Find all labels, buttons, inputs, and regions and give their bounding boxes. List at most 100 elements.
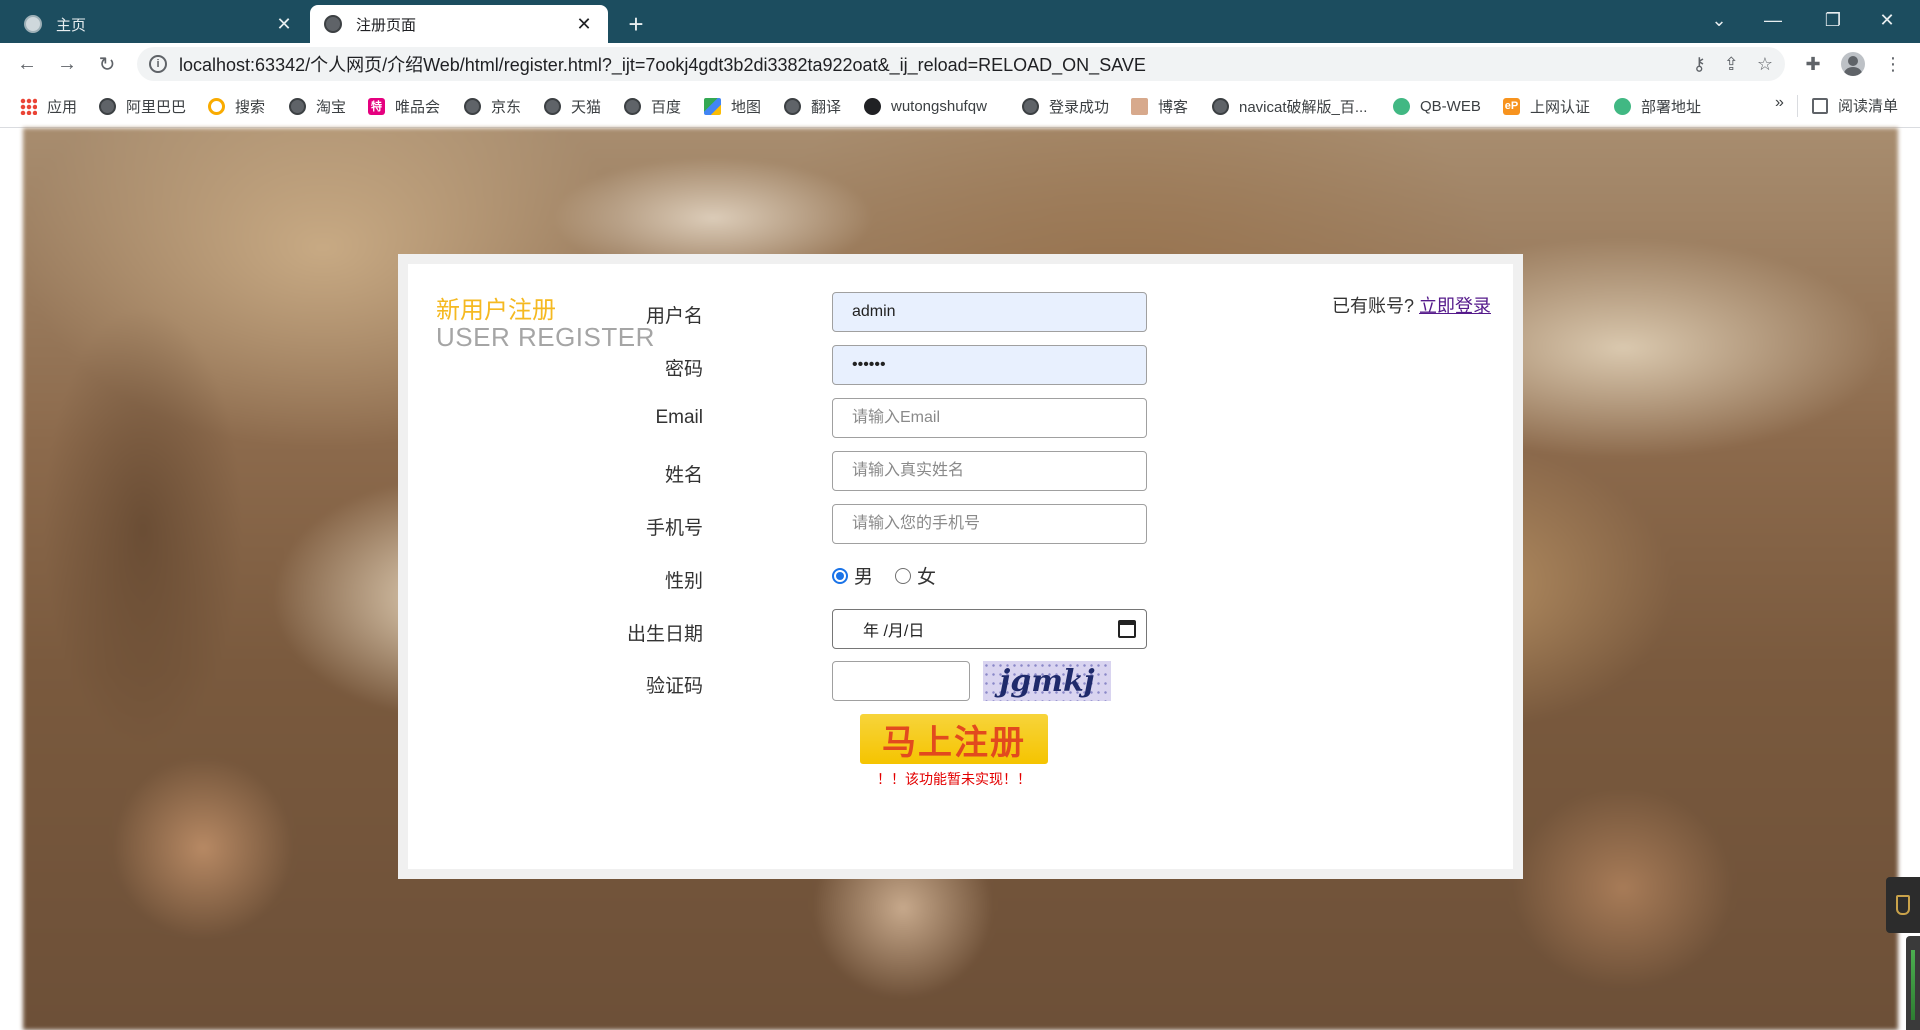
- bookmark-label: 唯品会: [395, 98, 441, 116]
- blog-icon: [1131, 97, 1148, 115]
- bookmark-item[interactable]: 百度: [624, 95, 681, 117]
- captcha-label: 验证码: [645, 676, 703, 697]
- login-hint: 已有账号? 立即登录: [1332, 292, 1491, 318]
- reading-list-button[interactable]: 阅读清单: [1812, 95, 1898, 116]
- close-icon[interactable]: ✕: [274, 14, 294, 34]
- browser-toolbar: ← → ↻ i localhost:63342/个人网页/介绍Web/html/…: [0, 43, 1920, 85]
- bookmark-item[interactable]: 部署地址: [1614, 95, 1701, 117]
- page-title: 新用户注册: [436, 297, 556, 324]
- tab-title: 主页: [56, 16, 87, 34]
- menu-kebab-icon[interactable]: ⋮: [1880, 51, 1906, 77]
- bookmark-label: 部署地址: [1641, 98, 1702, 116]
- bookmark-label: 翻译: [811, 98, 842, 116]
- bookmark-item[interactable]: 翻译: [784, 95, 841, 117]
- birthday-label: 出生日期: [626, 624, 703, 645]
- tab-register[interactable]: 注册页面 ✕: [310, 5, 608, 43]
- key-icon[interactable]: ⚷: [1693, 54, 1706, 75]
- bookmark-label: 搜索: [235, 98, 266, 116]
- realname-field[interactable]: [832, 451, 1147, 491]
- register-form: 新用户注册 USER REGISTER 已有账号? 立即登录 用户名 密码 Em…: [408, 264, 1513, 869]
- password-label: 密码: [664, 359, 703, 380]
- bookmark-item[interactable]: 应用: [20, 95, 77, 117]
- bookmarks-bar: 应用 阿里巴巴 搜索 淘宝 特唯品会 京东 天猫 百度 地图 翻译 wutong…: [0, 85, 1920, 128]
- tab-search-chevron-icon[interactable]: ⌄: [1696, 0, 1742, 40]
- not-implemented-note: ！！该功能暂未实现！！: [877, 771, 1031, 787]
- radio-checked-icon[interactable]: [832, 567, 848, 584]
- profile-button[interactable]: [1840, 51, 1866, 77]
- gender-label: 性别: [664, 571, 703, 592]
- bookmark-item[interactable]: 搜索: [208, 95, 265, 117]
- login-prompt: 已有账号?: [1331, 296, 1414, 316]
- address-bar[interactable]: i localhost:63342/个人网页/介绍Web/html/regist…: [137, 47, 1785, 81]
- back-button[interactable]: ←: [12, 49, 42, 79]
- bookmark-item[interactable]: navicat破解版_百...: [1212, 95, 1367, 117]
- phone-field[interactable]: [832, 504, 1147, 544]
- gender-female-option[interactable]: 女: [895, 562, 936, 589]
- password-field[interactable]: [832, 345, 1147, 385]
- bookmark-label: 应用: [47, 98, 78, 116]
- restore-button[interactable]: ❐: [1810, 0, 1856, 40]
- captcha-text: jgmkj: [999, 663, 1095, 699]
- bookmark-label: wutongshufqw: [891, 97, 987, 115]
- bookmark-item[interactable]: 淘宝: [289, 95, 346, 117]
- gender-male-option[interactable]: 男: [832, 562, 873, 589]
- close-icon[interactable]: ✕: [574, 14, 594, 34]
- tab-title: 注册页面: [356, 16, 417, 34]
- bookmark-star-icon[interactable]: ☆: [1757, 54, 1773, 75]
- email-field[interactable]: [832, 398, 1147, 438]
- bookmark-label: 博客: [1158, 98, 1189, 116]
- cup-icon: [1896, 895, 1910, 915]
- username-field[interactable]: [832, 292, 1147, 332]
- reading-list-label: 阅读清单: [1838, 98, 1899, 115]
- captcha-image[interactable]: jgmkj: [983, 661, 1111, 701]
- tab-home[interactable]: 主页 ✕: [10, 5, 308, 43]
- bookmark-label: QB-WEB: [1420, 97, 1481, 115]
- minimize-button[interactable]: —: [1750, 0, 1796, 40]
- floating-cup-widget[interactable]: [1886, 877, 1920, 933]
- calendar-icon[interactable]: [1118, 620, 1136, 638]
- vue-icon: [1393, 97, 1410, 115]
- url-text[interactable]: localhost:63342/个人网页/介绍Web/html/register…: [179, 51, 1146, 77]
- globe-icon: [464, 97, 481, 115]
- captcha-field[interactable]: [832, 661, 970, 701]
- globe-icon: [99, 97, 116, 115]
- bookmark-item[interactable]: 天猫: [544, 95, 601, 117]
- radio-unchecked-icon[interactable]: [895, 567, 911, 584]
- bookmark-label: 上网认证: [1530, 98, 1591, 116]
- extensions-puzzle-icon[interactable]: ✚: [1800, 51, 1826, 77]
- bookmark-item[interactable]: 阿里巴巴: [99, 95, 186, 117]
- side-progress-widget[interactable]: [1906, 936, 1920, 1030]
- apps-grid-icon: [20, 97, 37, 115]
- bookmark-label: 登录成功: [1049, 98, 1110, 116]
- bookmark-item[interactable]: 地图: [704, 95, 761, 117]
- bookmark-item[interactable]: QB-WEB: [1393, 95, 1481, 117]
- login-link[interactable]: 立即登录: [1419, 296, 1491, 316]
- bookmark-label: 地图: [731, 98, 762, 116]
- browser-tab-strip: 主页 ✕ 注册页面 ✕ + ⌄ — ❐ ✕: [0, 0, 1920, 43]
- forward-button[interactable]: →: [52, 49, 82, 79]
- vip-icon: 特: [368, 97, 385, 115]
- reload-button[interactable]: ↻: [92, 49, 122, 79]
- site-info-icon[interactable]: i: [149, 55, 167, 73]
- ep-icon: eP: [1503, 97, 1520, 115]
- register-card: 新用户注册 USER REGISTER 已有账号? 立即登录 用户名 密码 Em…: [398, 254, 1523, 879]
- search-icon: [208, 97, 225, 115]
- globe-icon: [324, 15, 342, 33]
- birthday-date-input[interactable]: 年 /月/日: [832, 609, 1147, 649]
- register-submit-button[interactable]: 马上注册: [860, 714, 1048, 764]
- bookmark-item[interactable]: 特唯品会: [368, 95, 440, 117]
- bookmark-item[interactable]: wutongshufqw: [864, 95, 987, 117]
- bookmark-label: 百度: [651, 98, 682, 116]
- globe-icon: [1212, 97, 1229, 115]
- bookmark-item[interactable]: 博客: [1131, 95, 1188, 117]
- window-close-button[interactable]: ✕: [1864, 0, 1910, 40]
- new-tab-button[interactable]: +: [620, 8, 652, 40]
- share-icon[interactable]: ⇪: [1724, 54, 1739, 75]
- globe-icon: [544, 97, 561, 115]
- bookmark-item[interactable]: 登录成功: [1022, 95, 1109, 117]
- bookmark-item[interactable]: 京东: [464, 95, 521, 117]
- bookmark-item[interactable]: eP 上网认证: [1503, 95, 1590, 117]
- bookmarks-overflow-chevron-icon[interactable]: »: [1775, 94, 1784, 112]
- gender-male-label: 男: [854, 567, 874, 588]
- realname-label: 姓名: [664, 465, 703, 486]
